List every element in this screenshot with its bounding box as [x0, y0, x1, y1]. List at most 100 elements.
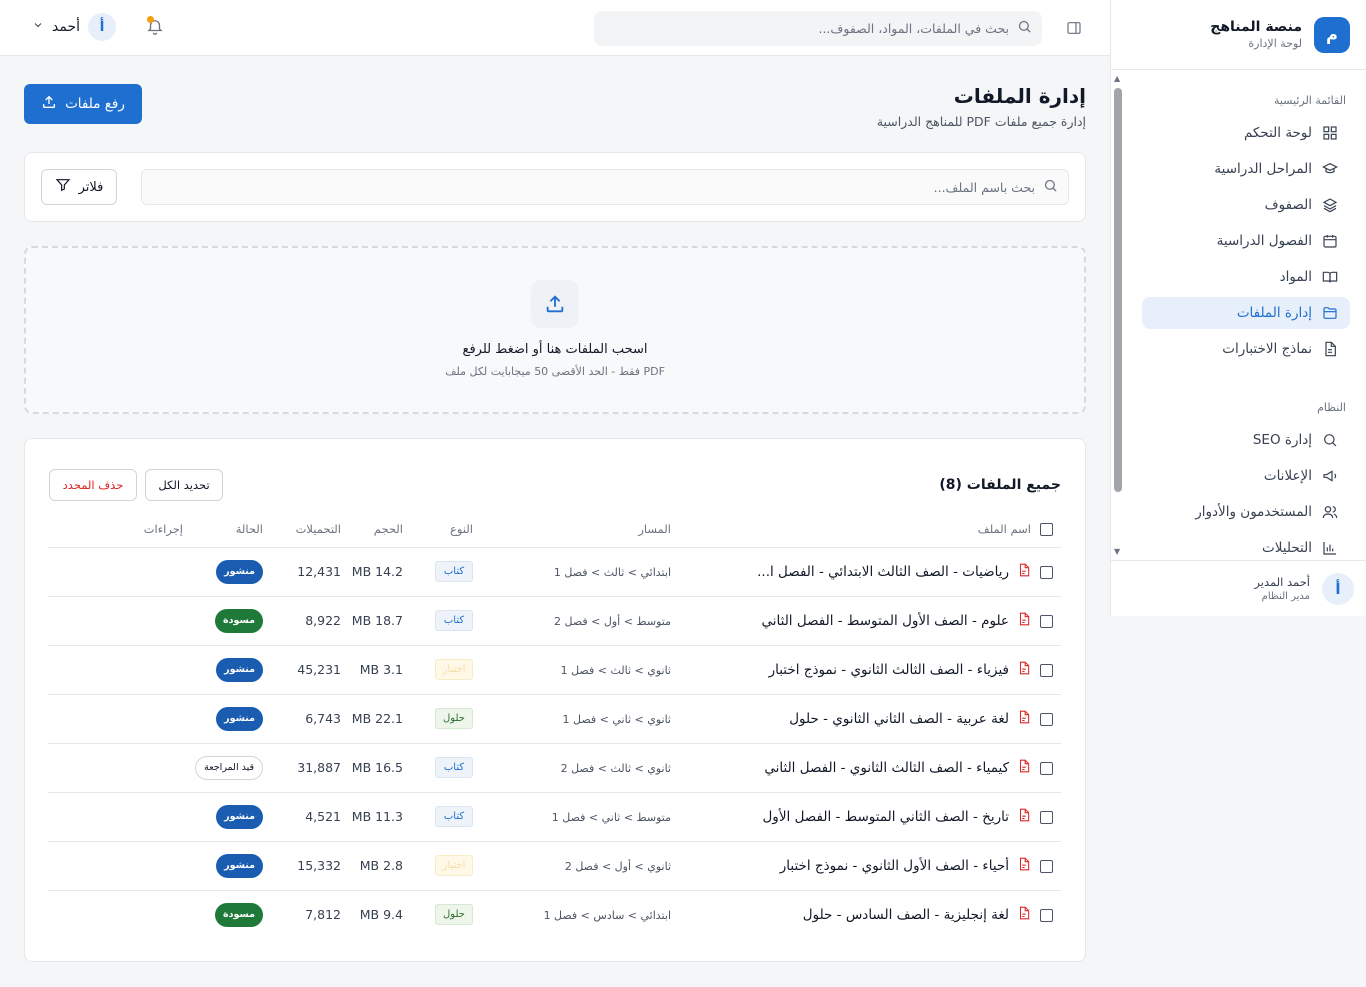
- sidebar-item-label: الإعلانات: [1263, 468, 1312, 484]
- row-checkbox[interactable]: [1031, 547, 1061, 597]
- table-row[interactable]: علوم - الصف الأول المتوسط - الفصل الثاني…: [48, 596, 1061, 646]
- sidebar-item-exams[interactable]: نماذج الاختبارات: [1142, 333, 1350, 365]
- filters-button[interactable]: فلاتر: [41, 169, 117, 205]
- select-all-checkbox[interactable]: [1031, 511, 1061, 548]
- row-actions[interactable]: [48, 596, 183, 646]
- sidebar-item-subjects[interactable]: المواد: [1142, 261, 1350, 293]
- file-size: 2.8 MB: [359, 858, 403, 873]
- scroll-up-arrow[interactable]: ▲: [1114, 74, 1120, 83]
- column-header-path[interactable]: المسار: [473, 511, 671, 548]
- table-row[interactable]: تاريخ - الصف الثاني المتوسط - الفصل الأو…: [48, 792, 1061, 842]
- row-checkbox[interactable]: [1031, 694, 1061, 744]
- sidebar-item-grades[interactable]: الصفوف: [1142, 189, 1350, 221]
- dropzone-title: اسحب الملفات هنا أو اضغط للرفع: [462, 342, 648, 357]
- download-count: 4,521: [305, 809, 341, 824]
- row-actions[interactable]: [48, 890, 183, 939]
- file-name-text: رياضيات - الصف الثالث الابتدائي - الفصل …: [757, 563, 1009, 580]
- file-name[interactable]: فيزياء - الصف الثالث الثانوي - نموذج اخت…: [671, 661, 1031, 679]
- file-name[interactable]: كيمياء - الصف الثالث الثانوي - الفصل الث…: [671, 759, 1031, 777]
- brand: م منصة المناهج لوحة الإدارة: [1111, 0, 1366, 70]
- upload-icon: [531, 280, 579, 328]
- sidebar-toggle-icon[interactable]: [1062, 16, 1086, 40]
- select-all-button[interactable]: تحديد الكل: [145, 469, 223, 501]
- column-header-status[interactable]: الحالة: [183, 511, 263, 548]
- table-row[interactable]: لغة إنجليزية - الصف السادس - حلول ابتدائي…: [48, 890, 1061, 939]
- sidebar-item-terms[interactable]: الفصول الدراسية: [1142, 225, 1350, 257]
- upload-button-label: رفع ملفات: [65, 96, 125, 112]
- sidebar-user[interactable]: أ أحمد المدير مدير النظام: [1110, 560, 1366, 616]
- file-size: 3.1 MB: [359, 662, 403, 677]
- file-name[interactable]: تاريخ - الصف الثاني المتوسط - الفصل الأو…: [671, 808, 1031, 826]
- sidebar-item-users[interactable]: المستخدمون والأدوار: [1142, 496, 1350, 528]
- table-row[interactable]: كيمياء - الصف الثالث الثانوي - الفصل الث…: [48, 743, 1061, 793]
- pdf-file-icon: [1017, 906, 1031, 924]
- sidebar-item-ads[interactable]: الإعلانات: [1142, 460, 1350, 492]
- column-header-type[interactable]: النوع: [403, 511, 473, 548]
- row-checkbox[interactable]: [1031, 645, 1061, 695]
- row-actions[interactable]: [48, 547, 183, 597]
- file-path: ابتدائي > سادس > فصل 1: [543, 908, 671, 922]
- column-header-size[interactable]: الحجم: [341, 511, 403, 548]
- download-count: 12,431: [297, 564, 341, 579]
- file-name[interactable]: رياضيات - الصف الثالث الابتدائي - الفصل …: [671, 563, 1031, 581]
- row-actions[interactable]: [48, 694, 183, 744]
- file-search-input[interactable]: [152, 179, 1035, 195]
- upload-files-button[interactable]: رفع ملفات: [24, 84, 142, 124]
- row-actions[interactable]: [48, 792, 183, 842]
- global-search-input[interactable]: [604, 21, 1009, 36]
- file-search[interactable]: [141, 169, 1069, 205]
- sidebar-item-files[interactable]: إدارة الملفات: [1142, 297, 1350, 329]
- row-checkbox[interactable]: [1031, 596, 1061, 646]
- file-name-text: لغة إنجليزية - الصف السادس - حلول: [802, 906, 1009, 923]
- file-path: ثانوي > أول > فصل 2: [564, 859, 671, 873]
- sidebar-item-dashboard[interactable]: لوحة التحكم: [1142, 117, 1350, 149]
- bell-icon[interactable]: [144, 16, 164, 37]
- row-checkbox[interactable]: [1031, 841, 1061, 891]
- pdf-file-icon: [1017, 710, 1031, 728]
- sidebar-item-analytics[interactable]: التحليلات: [1142, 532, 1350, 558]
- row-actions[interactable]: [48, 645, 183, 695]
- sidebar-item-label: المواد: [1279, 269, 1312, 285]
- brand-subtitle: لوحة الإدارة: [1248, 37, 1302, 50]
- row-actions[interactable]: [48, 743, 183, 793]
- search-icon: [1017, 19, 1032, 38]
- column-header-name[interactable]: اسم الملف: [671, 511, 1031, 548]
- user-role: مدير النظام: [1261, 591, 1310, 602]
- file-name-text: أحياء - الصف الأول الثانوي - نموذج اختبا…: [779, 857, 1009, 874]
- brand-logo: م: [1314, 16, 1350, 53]
- table-row[interactable]: أحياء - الصف الأول الثانوي - نموذج اختبا…: [48, 841, 1061, 891]
- file-name-text: تاريخ - الصف الثاني المتوسط - الفصل الأو…: [762, 808, 1010, 825]
- sidebar-item-label: نماذج الاختبارات: [1222, 341, 1312, 357]
- row-checkbox[interactable]: [1031, 890, 1061, 939]
- file-name[interactable]: علوم - الصف الأول المتوسط - الفصل الثاني: [671, 612, 1031, 630]
- scroll-thumb[interactable]: [1114, 88, 1122, 492]
- table-row[interactable]: فيزياء - الصف الثالث الثانوي - نموذج اخت…: [48, 645, 1061, 695]
- filter-card: فلاتر: [24, 152, 1086, 222]
- upload-dropzone[interactable]: اسحب الملفات هنا أو اضغط للرفع PDF فقط -…: [24, 246, 1086, 414]
- sidebar-item-stages[interactable]: المراحل الدراسية: [1142, 153, 1350, 185]
- file-name[interactable]: لغة عربية - الصف الثاني الثانوي - حلول: [671, 710, 1031, 728]
- scroll-down-arrow[interactable]: ▼: [1114, 547, 1120, 556]
- file-name-text: فيزياء - الصف الثالث الثانوي - نموذج اخت…: [768, 661, 1009, 678]
- brand-title: منصة المناهج: [1210, 19, 1302, 35]
- row-actions[interactable]: [48, 841, 183, 891]
- sidebar-item-label: المراحل الدراسية: [1214, 161, 1312, 177]
- file-name[interactable]: لغة إنجليزية - الصف السادس - حلول: [671, 906, 1031, 924]
- main-content: إدارة الملفات إدارة جميع ملفات PDF للمنا…: [0, 56, 1110, 987]
- pdf-file-icon: [1017, 808, 1031, 826]
- column-header-downloads[interactable]: التحميلات: [263, 511, 341, 548]
- row-checkbox[interactable]: [1031, 792, 1061, 842]
- table-row[interactable]: لغة عربية - الصف الثاني الثانوي - حلول ثا…: [48, 694, 1061, 744]
- delete-selected-button[interactable]: حذف المحدد: [49, 469, 137, 501]
- global-search[interactable]: [594, 11, 1042, 46]
- user-menu[interactable]: أ أحمد: [32, 13, 116, 41]
- sidebar-item-seo[interactable]: إدارة SEO: [1142, 424, 1350, 456]
- user-name: أحمد المدير: [1254, 575, 1310, 589]
- status-badge: قيد المراجعة: [195, 755, 263, 780]
- sidebar-item-label: إدارة SEO: [1252, 432, 1312, 448]
- sidebar-scrollbar[interactable]: ▲ ▼: [1111, 72, 1125, 558]
- table-row[interactable]: رياضيات - الصف الثالث الابتدائي - الفصل …: [48, 547, 1061, 597]
- type-badge: اختبار: [435, 659, 473, 680]
- file-name[interactable]: أحياء - الصف الأول الثانوي - نموذج اختبا…: [671, 857, 1031, 875]
- row-checkbox[interactable]: [1031, 743, 1061, 793]
